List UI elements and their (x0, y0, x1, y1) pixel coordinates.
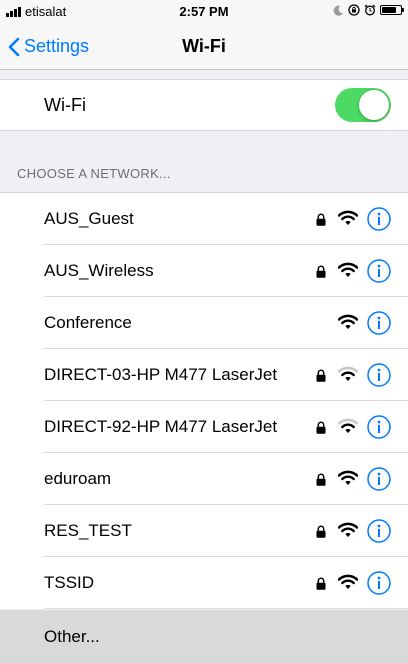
wifi-signal-icon (338, 210, 358, 225)
network-row[interactable]: Conference (0, 297, 408, 349)
battery-icon (380, 5, 404, 15)
orientation-lock-icon (348, 4, 360, 16)
info-icon[interactable] (367, 311, 391, 335)
wifi-signal-icon (338, 314, 358, 329)
switch-knob (359, 90, 389, 120)
lock-icon (316, 265, 326, 278)
page-title: Wi-Fi (182, 36, 226, 56)
lock-icon (316, 421, 326, 434)
network-name: DIRECT-92-HP M477 LaserJet (44, 417, 278, 436)
info-icon[interactable] (367, 207, 391, 231)
wifi-toggle-label: Wi-Fi (44, 95, 86, 115)
section-header: CHOOSE A NETWORK... (17, 166, 171, 181)
wifi-signal-icon (338, 574, 358, 589)
lock-icon (316, 213, 326, 226)
network-name: RES_TEST (44, 521, 132, 540)
network-name: TSSID (44, 573, 95, 592)
network-row[interactable]: DIRECT-92-HP M477 LaserJet (0, 401, 408, 453)
lock-icon (316, 577, 326, 590)
lock-icon (316, 369, 326, 382)
alarm-icon (364, 4, 376, 16)
info-icon[interactable] (367, 467, 391, 491)
network-name: AUS_Wireless (44, 261, 154, 280)
lock-icon (316, 525, 326, 538)
status-icons (333, 4, 404, 16)
wifi-signal-icon (338, 470, 358, 485)
wifi-signal-icon (338, 418, 358, 433)
wifi-signal-icon (338, 366, 358, 381)
wifi-toggle-switch[interactable] (335, 88, 391, 122)
network-name: AUS_Guest (44, 209, 134, 228)
moon-icon (333, 5, 344, 16)
status-bar: etisalat 2:57 PM (0, 0, 408, 24)
wifi-signal-icon (338, 262, 358, 277)
network-row[interactable]: RES_TEST (0, 505, 408, 557)
other-network-label: Other... (44, 627, 100, 646)
info-icon[interactable] (367, 415, 391, 439)
network-row[interactable]: TSSID (0, 557, 408, 609)
network-name: Conference (44, 313, 132, 332)
network-row[interactable]: eduroam (0, 453, 408, 505)
navigation-bar: Settings Wi-Fi (0, 24, 408, 70)
network-list: AUS_Guest AUS_Wireless Conference DIRECT-03… (0, 192, 408, 609)
network-name: DIRECT-03-HP M477 LaserJet (44, 365, 278, 384)
network-row[interactable]: AUS_Guest (0, 193, 408, 245)
network-row[interactable]: DIRECT-03-HP M477 LaserJet (0, 349, 408, 401)
info-icon[interactable] (367, 363, 391, 387)
wifi-toggle-row: Wi-Fi (0, 79, 408, 131)
wifi-signal-icon (338, 522, 358, 537)
info-icon[interactable] (367, 571, 391, 595)
info-icon[interactable] (367, 259, 391, 283)
network-row[interactable]: AUS_Wireless (0, 245, 408, 297)
network-name: eduroam (44, 469, 112, 488)
other-network-row[interactable]: Other... (0, 610, 408, 663)
info-icon[interactable] (367, 519, 391, 543)
lock-icon (316, 473, 326, 486)
